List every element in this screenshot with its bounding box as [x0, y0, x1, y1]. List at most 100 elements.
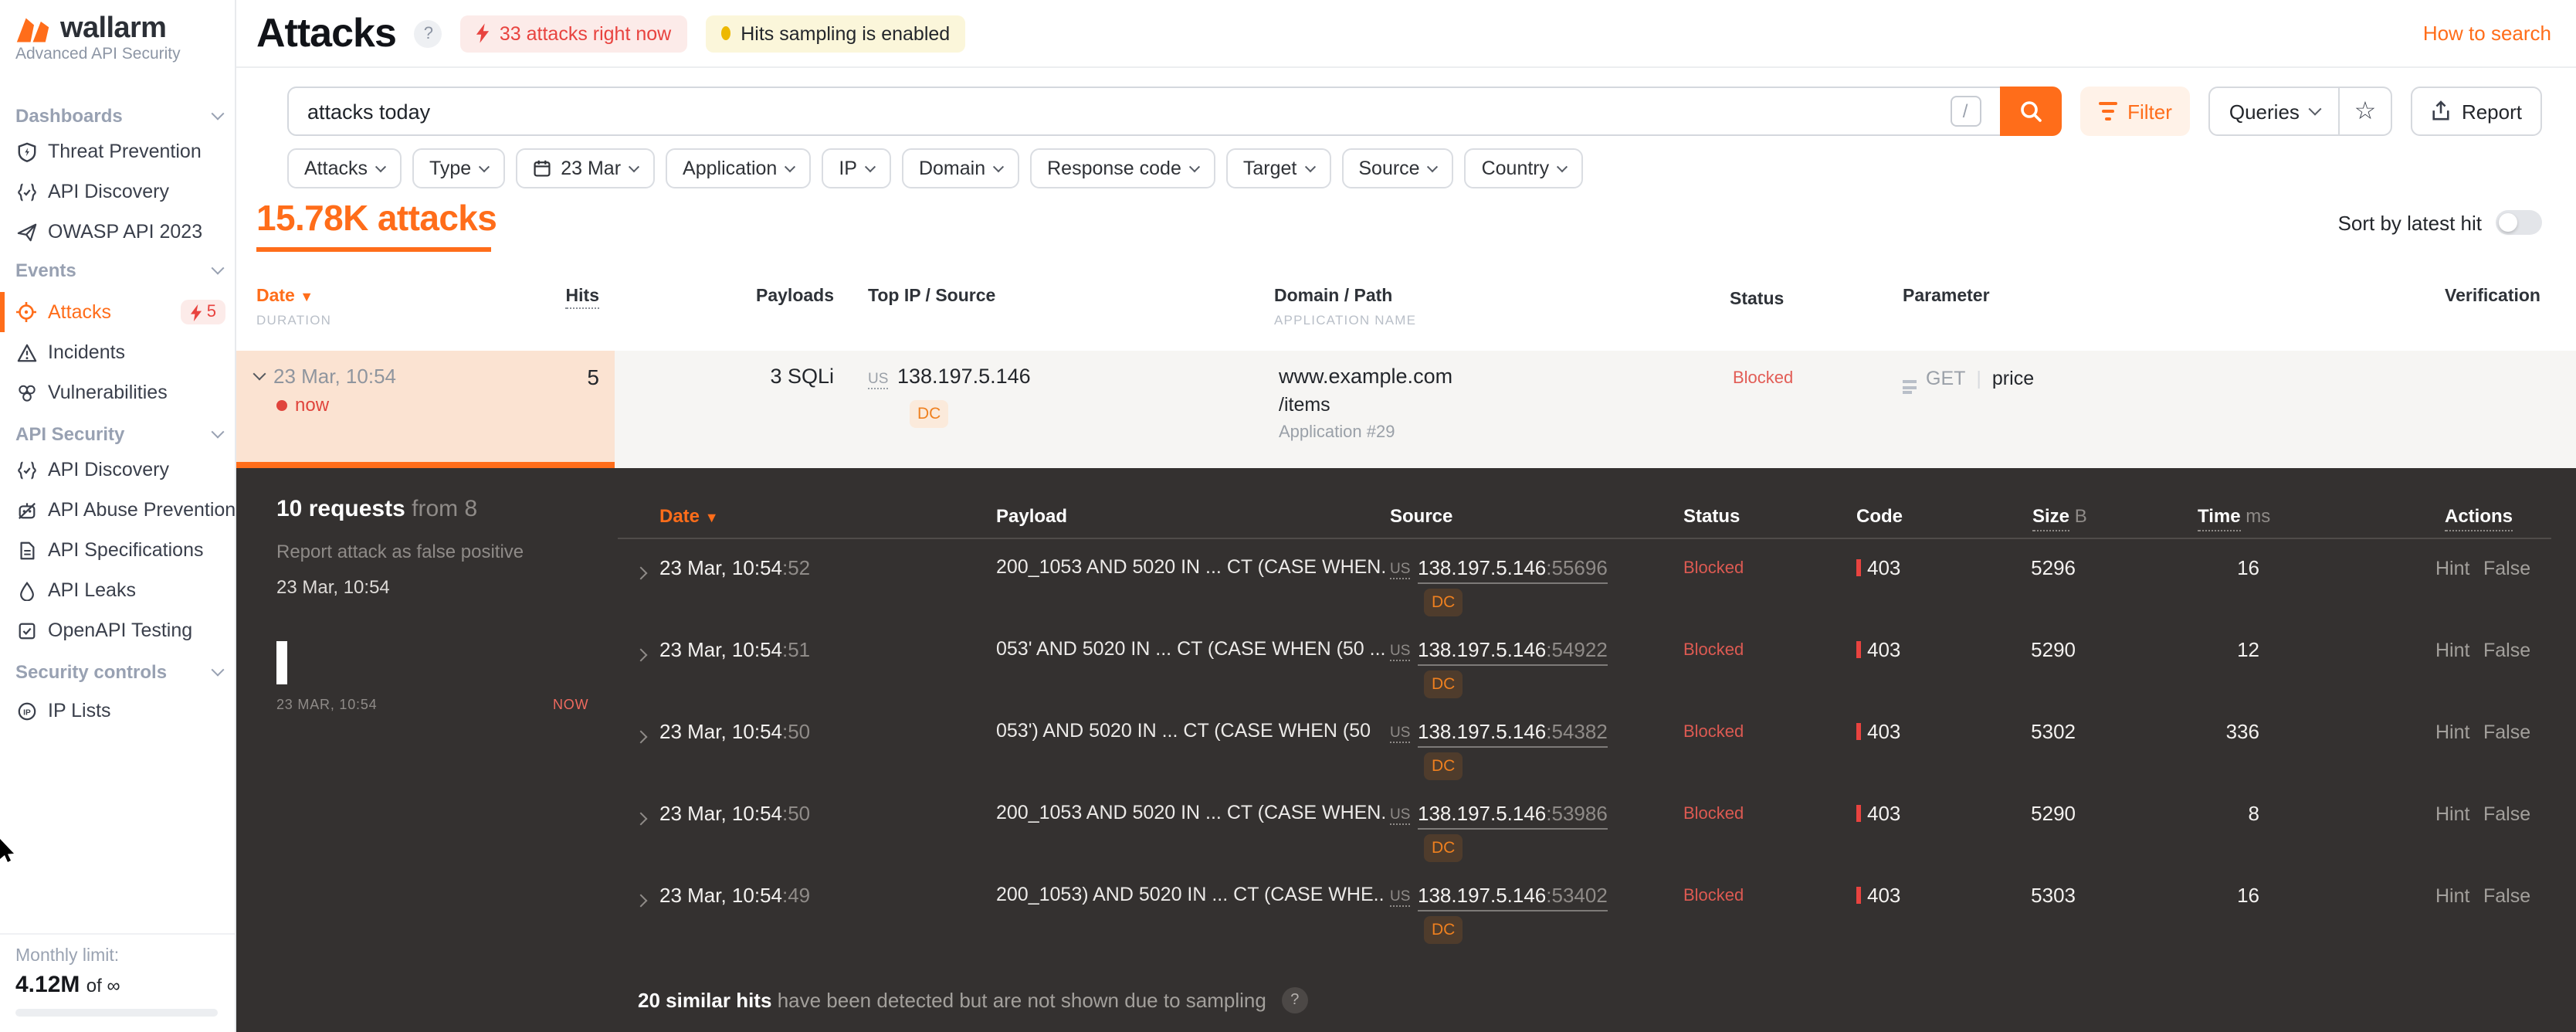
request-row[interactable]: 23 Mar, 10:54:50 053') AND 5020 IN ... C… — [236, 709, 2576, 791]
sidebar-item-incidents[interactable]: Incidents — [15, 334, 225, 371]
chip-country[interactable]: Country — [1464, 148, 1584, 188]
attack-date[interactable]: 23 Mar, 10:54 — [253, 365, 396, 388]
request-row[interactable]: 23 Mar, 10:54:51 053' AND 5020 IN ... CT… — [236, 627, 2576, 709]
col-top-ip: Top IP / Source — [868, 287, 996, 306]
col-hits[interactable]: Hits — [507, 287, 599, 309]
country-label[interactable]: US — [1390, 806, 1411, 825]
false-action[interactable]: False — [2483, 885, 2530, 907]
filter-button[interactable]: Filter — [2079, 87, 2191, 136]
filter-icon — [2098, 101, 2117, 121]
sidebar-item-ip-lists[interactable]: IP IP Lists — [15, 692, 225, 729]
sidebar-item-api-discovery-2[interactable]: API Discovery — [15, 451, 225, 488]
dcol-date[interactable]: Date ▼ — [659, 505, 719, 527]
sidebar-item-owasp-api-2023[interactable]: OWASP API 2023 — [15, 213, 225, 250]
search-input[interactable] — [287, 87, 2000, 136]
request-row[interactable]: 23 Mar, 10:54:52 200_1053 AND 5020 IN ..… — [236, 545, 2576, 627]
sidebar-item-threat-prevention[interactable]: Threat Prevention — [15, 133, 225, 170]
wallarm-console: wallarm Advanced API Security Dashboards… — [0, 0, 2576, 1032]
request-payload: 200_1053 AND 5020 IN ... CT (CASE WHEN..… — [996, 556, 1385, 578]
request-date: 23 Mar, 10:54:49 — [659, 884, 811, 907]
request-source[interactable]: 138.197.5.146:53402 — [1418, 884, 1608, 911]
sort-control: Sort by latest hit — [2338, 210, 2542, 235]
attack-path[interactable]: /items — [1279, 394, 1330, 416]
attack-row[interactable]: 23 Mar, 10:54 now 5 3 SQLi US 138.197.5.… — [236, 351, 2576, 468]
chip-ip[interactable]: IP — [822, 148, 891, 188]
request-payload: 053') AND 5020 IN ... CT (CASE WHEN (50 — [996, 720, 1371, 742]
header-divider — [618, 538, 2551, 539]
col-date[interactable]: Date ▼ — [256, 287, 314, 306]
request-source[interactable]: 138.197.5.146:54382 — [1418, 720, 1608, 748]
chip-response-code[interactable]: Response code — [1030, 148, 1215, 188]
hint-action[interactable]: Hint — [2435, 640, 2469, 661]
chip-target[interactable]: Target — [1225, 148, 1331, 188]
queries-split-button: Queries ☆ — [2208, 87, 2392, 136]
country-label[interactable]: US — [1390, 888, 1411, 907]
hint-action[interactable]: Hint — [2435, 885, 2469, 907]
dcol-size[interactable]: Size B — [2032, 505, 2087, 531]
sidebar-item-vulnerabilities[interactable]: Vulnerabilities — [15, 374, 225, 411]
target-icon — [15, 301, 37, 323]
sidebar-item-attacks[interactable]: Attacks 5 — [15, 294, 225, 331]
country-label[interactable]: US — [1390, 561, 1411, 579]
sort-toggle[interactable] — [2496, 210, 2542, 235]
chevron-down-icon — [211, 425, 225, 439]
export-icon — [2432, 100, 2449, 121]
false-action[interactable]: False — [2483, 721, 2530, 743]
help-icon[interactable]: ? — [414, 19, 442, 47]
chip-attacks[interactable]: Attacks — [287, 148, 402, 188]
search-button[interactable] — [1999, 87, 2062, 136]
monthly-limit-progressbar — [15, 1009, 218, 1017]
sidebar-item-api-leaks[interactable]: API Leaks — [15, 572, 225, 609]
country-label[interactable]: US — [1390, 725, 1411, 743]
chip-application[interactable]: Application — [666, 148, 812, 188]
requests-count: 10 requests from 8 — [276, 496, 478, 522]
dcol-time[interactable]: Time ms — [2198, 505, 2270, 531]
hint-action[interactable]: Hint — [2435, 558, 2469, 579]
queries-button[interactable]: Queries — [2208, 87, 2340, 136]
false-action[interactable]: False — [2483, 640, 2530, 661]
filter-chips: Attacks Type 23 Mar Application IP Domai… — [287, 148, 1584, 188]
attack-ip[interactable]: 138.197.5.146 — [897, 365, 1031, 388]
chip-source[interactable]: Source — [1341, 148, 1454, 188]
sidebar-item-api-discovery[interactable]: API Discovery — [15, 173, 225, 210]
wallarm-logo[interactable]: wallarm — [15, 12, 167, 46]
nav-section-dashboards[interactable]: Dashboards — [15, 99, 225, 133]
attack-now: now — [276, 394, 329, 416]
request-status: Blocked — [1683, 887, 1744, 905]
datacenter-badge: DC — [1424, 916, 1463, 944]
chip-domain[interactable]: Domain — [901, 148, 1020, 188]
nav-section-security-controls[interactable]: Security controls — [15, 655, 225, 689]
datacenter-badge: DC — [1424, 589, 1463, 616]
hint-action[interactable]: Hint — [2435, 803, 2469, 825]
country-label[interactable]: US — [868, 371, 889, 389]
report-button[interactable]: Report — [2410, 87, 2542, 136]
attacks-now-badge[interactable]: 33 attacks right now — [460, 15, 687, 52]
request-source[interactable]: 138.197.5.146:55696 — [1418, 556, 1608, 584]
help-icon[interactable]: ? — [1281, 987, 1308, 1013]
yellow-dot-icon — [720, 26, 730, 40]
how-to-search-link[interactable]: How to search — [2423, 22, 2551, 45]
false-action[interactable]: False — [2483, 558, 2530, 579]
attack-domain[interactable]: www.example.com — [1279, 365, 1452, 388]
hint-action[interactable]: Hint — [2435, 721, 2469, 743]
nav-section-api-security[interactable]: API Security — [15, 417, 225, 451]
sidebar-item-api-abuse-prevention[interactable]: API Abuse Prevention — [15, 491, 236, 528]
sidebar-item-openapi-testing[interactable]: OpenAPI Testing — [15, 612, 225, 649]
dcol-actions[interactable]: Actions — [2445, 505, 2513, 531]
sampling-badge: Hits sampling is enabled — [705, 15, 966, 52]
chip-type[interactable]: Type — [412, 148, 506, 188]
request-row[interactable]: 23 Mar, 10:54:50 200_1053 AND 5020 IN ..… — [236, 791, 2576, 873]
request-source[interactable]: 138.197.5.146:53986 — [1418, 802, 1608, 830]
request-row[interactable]: 23 Mar, 10:54:49 200_1053) AND 5020 IN .… — [236, 873, 2576, 955]
monthly-limit-label: Monthly limit: — [15, 947, 120, 966]
request-source[interactable]: 138.197.5.146:54922 — [1418, 638, 1608, 666]
nav-section-events[interactable]: Events — [15, 253, 225, 287]
country-label[interactable]: US — [1390, 643, 1411, 661]
braces-check-icon — [15, 459, 37, 480]
false-action[interactable]: False — [2483, 803, 2530, 825]
favorite-star-button[interactable]: ☆ — [2339, 87, 2392, 136]
chip-date[interactable]: 23 Mar — [516, 148, 656, 188]
sidebar-item-api-specifications[interactable]: API Specifications — [15, 531, 225, 569]
shield-bolt-icon — [15, 141, 37, 162]
mouse-cursor — [0, 839, 17, 864]
